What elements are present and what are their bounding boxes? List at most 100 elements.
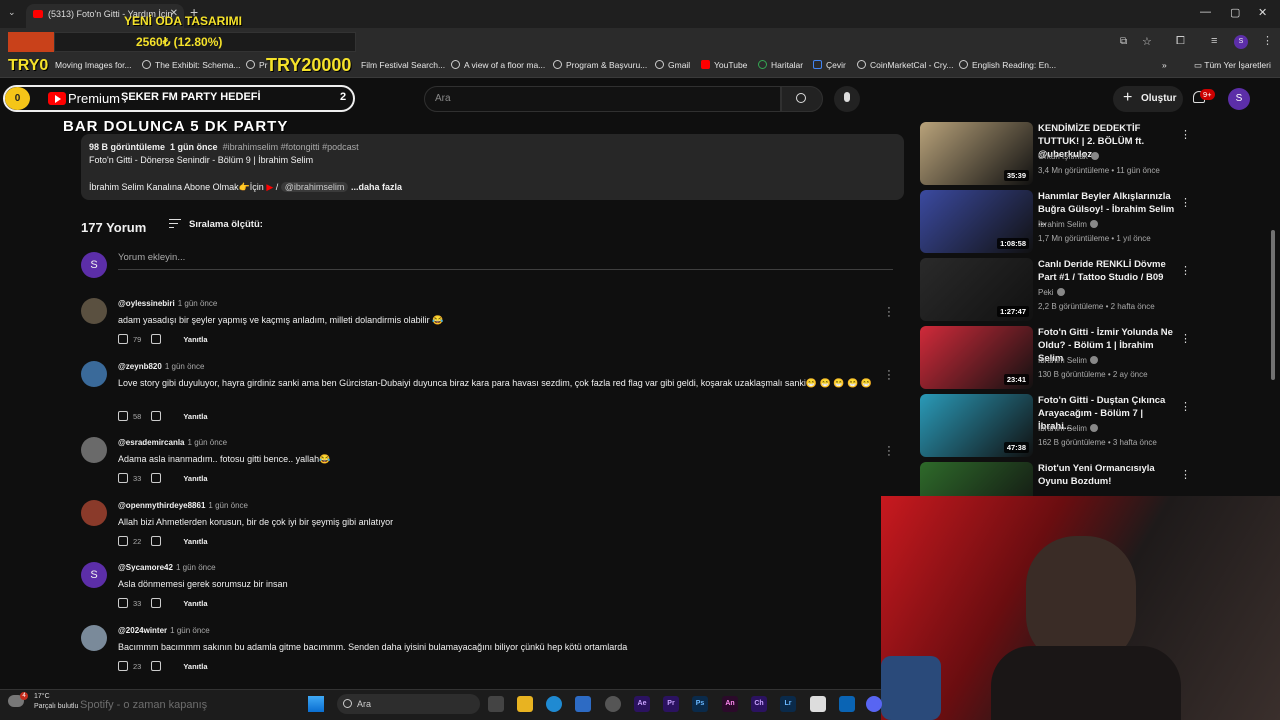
comment-input[interactable]: Yorum ekleyin... <box>118 252 893 270</box>
comment-author[interactable]: @oylessinebiri <box>118 299 175 308</box>
extensions-icon[interactable]: ⧠ <box>1176 35 1185 48</box>
video-menu-icon[interactable]: ⋮ <box>1180 400 1191 413</box>
task-view-icon[interactable] <box>488 696 504 712</box>
avatar[interactable]: S <box>1228 88 1250 110</box>
bookmark-item[interactable]: Haritalar <box>758 60 803 70</box>
youtube-premium-label[interactable]: Premium <box>68 91 120 106</box>
after-effects-icon[interactable]: Ae <box>634 696 650 712</box>
bookmark-item[interactable]: Gmail <box>655 60 690 70</box>
start-button[interactable] <box>308 696 324 712</box>
like-icon[interactable] <box>118 536 128 546</box>
related-video-item[interactable]: 23:41 Foto'n Gitti - İzmir Yolunda Ne Old… <box>920 326 1260 390</box>
bookmark-item[interactable]: English Reading: En... <box>959 60 1056 70</box>
reply-button[interactable]: Yanıtla <box>183 474 207 483</box>
sort-button[interactable]: Sıralama ölçütü: <box>189 219 263 230</box>
show-more-link[interactable]: ...daha fazla <box>351 182 402 192</box>
channel-name[interactable]: İbrahim Selim <box>1038 424 1098 433</box>
comment-author[interactable]: @zeynb820 <box>118 362 162 371</box>
comment-author[interactable]: @2024winter <box>118 626 167 635</box>
dislike-icon[interactable] <box>151 598 162 608</box>
channel-name[interactable]: İbrahim Selim <box>1038 356 1098 365</box>
bookmark-item[interactable]: Pr <box>246 60 268 70</box>
comment-menu-icon[interactable]: ··· <box>887 366 891 385</box>
video-menu-icon[interactable]: ⋮ <box>1180 264 1191 277</box>
weather-widget[interactable]: 17°C Parçalı bulutlu <box>34 692 78 712</box>
reply-button[interactable]: Yanıtla <box>183 412 207 421</box>
channel-link[interactable]: @ibrahimselim <box>280 182 349 192</box>
channel-name[interactable]: Orkun Işıtmak <box>1038 152 1099 161</box>
reply-button[interactable]: Yanıtla <box>183 599 207 608</box>
browser-menu-icon[interactable]: ⋮ <box>1262 34 1273 47</box>
outlook-icon[interactable] <box>839 696 855 712</box>
comment-menu-icon[interactable]: ··· <box>887 303 891 322</box>
like-icon[interactable] <box>118 334 128 344</box>
bookmark-item[interactable]: The Exhibit: Schema... <box>142 60 241 70</box>
maximize-icon[interactable]: ▢ <box>1230 6 1240 19</box>
bookmarks-overflow-icon[interactable]: » <box>1162 60 1167 70</box>
related-video-item[interactable]: 1:27:47 Canlı Deride RENKLİ Dövme Part #1… <box>920 258 1260 322</box>
channel-name[interactable]: Peki <box>1038 288 1065 297</box>
animate-icon[interactable]: An <box>722 696 738 712</box>
bookmark-item[interactable]: Moving Images for... <box>55 60 132 70</box>
lightroom-icon[interactable]: Lr <box>780 696 796 712</box>
reading-list-icon[interactable]: ≡ <box>1211 35 1217 47</box>
minimize-icon[interactable]: — <box>1200 6 1211 18</box>
edge-icon[interactable] <box>546 696 562 712</box>
comment-avatar[interactable] <box>81 500 107 526</box>
video-thumbnail[interactable]: 35:39 <box>920 122 1033 185</box>
like-icon[interactable] <box>118 661 128 671</box>
reply-button[interactable]: Yanıtla <box>183 662 207 671</box>
dislike-icon[interactable] <box>151 536 162 546</box>
video-thumbnail[interactable]: 47:38 <box>920 394 1033 457</box>
bookmark-item[interactable]: Film Festival Search... <box>361 60 445 70</box>
dislike-icon[interactable] <box>151 473 162 483</box>
video-menu-icon[interactable]: ⋮ <box>1180 332 1191 345</box>
reply-button[interactable]: Yanıtla <box>183 537 207 546</box>
comment-author[interactable]: @esrademircanla <box>118 438 185 447</box>
bookmark-item[interactable]: A view of a floor ma... <box>451 60 545 70</box>
like-icon[interactable] <box>118 598 128 608</box>
tab-list-icon[interactable]: ⌄ <box>8 7 16 18</box>
sort-icon[interactable] <box>169 219 181 229</box>
comment-avatar[interactable] <box>81 298 107 324</box>
bookmark-star-icon[interactable]: ☆ <box>1142 35 1152 48</box>
close-window-icon[interactable]: ✕ <box>1258 6 1267 19</box>
app-icon[interactable] <box>810 696 826 712</box>
comment-time[interactable]: 1 gün önce <box>188 438 228 447</box>
voice-search-button[interactable] <box>834 86 860 112</box>
like-icon[interactable] <box>118 411 128 421</box>
related-video-item[interactable]: 35:39 KENDİMİZE DEDEKTİF TUTTUK! | 2. BÖL… <box>920 122 1260 186</box>
comment-time[interactable]: 1 gün önce <box>176 563 216 572</box>
comment-author[interactable]: @Sycamore42 <box>118 563 173 572</box>
comment-avatar[interactable] <box>81 437 107 463</box>
hashtags[interactable]: #ibrahimselim #fotongitti #podcast <box>223 142 359 152</box>
profile-icon[interactable]: S <box>1234 35 1248 49</box>
photoshop-icon[interactable]: Ps <box>692 696 708 712</box>
dislike-icon[interactable] <box>151 411 162 421</box>
bookmark-item[interactable]: CoinMarketCal - Cry... <box>857 60 953 70</box>
search-button[interactable] <box>781 86 823 112</box>
comment-time[interactable]: 1 gün önce <box>178 299 218 308</box>
related-video-item[interactable]: 1:08:58 Hanımlar Beyler Alkışlarınızla Bu… <box>920 190 1260 254</box>
search-input[interactable]: Ara <box>424 86 781 112</box>
file-explorer-icon[interactable] <box>517 696 533 712</box>
comment-author[interactable]: @openmythirdeye8861 <box>118 501 205 510</box>
obs-icon[interactable] <box>605 696 621 712</box>
comment-avatar[interactable]: S <box>81 562 107 588</box>
bookmark-item[interactable]: Program & Başvuru... <box>553 60 647 70</box>
related-video-item[interactable]: 47:38 Foto'n Gitti - Duştan Çıkınca Araya… <box>920 394 1260 458</box>
bookmark-item[interactable]: YouTube <box>701 60 747 70</box>
video-thumbnail[interactable]: 1:08:58 <box>920 190 1033 253</box>
video-menu-icon[interactable]: ⋮ <box>1180 468 1191 481</box>
dislike-icon[interactable] <box>151 334 162 344</box>
comment-time[interactable]: 1 gün önce <box>208 501 248 510</box>
comment-time[interactable]: 1 gün önce <box>165 362 205 371</box>
scrollbar[interactable] <box>1271 230 1275 380</box>
video-thumbnail[interactable]: 1:27:47 <box>920 258 1033 321</box>
create-button[interactable]: Oluştur <box>1113 85 1183 112</box>
like-icon[interactable] <box>118 473 128 483</box>
discord-icon[interactable] <box>866 696 882 712</box>
cast-icon[interactable]: ⧉ <box>1120 36 1127 47</box>
video-thumbnail[interactable]: 23:41 <box>920 326 1033 389</box>
store-icon[interactable] <box>575 696 591 712</box>
